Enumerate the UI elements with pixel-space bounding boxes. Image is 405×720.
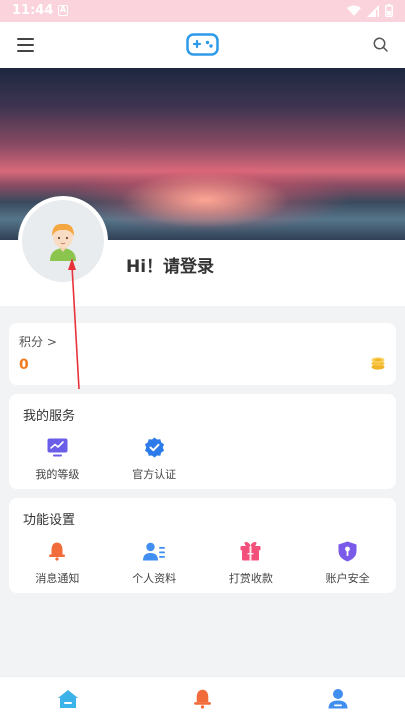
profile-card-icon	[143, 542, 166, 560]
service-label: 我的等级	[35, 468, 80, 481]
services-title: 我的服务	[23, 409, 76, 424]
setting-tip-collection[interactable]: 打赏收款	[203, 540, 300, 586]
setting-personal-profile[interactable]: 个人资料	[106, 540, 203, 586]
bell-icon	[49, 542, 66, 561]
bell-icon	[194, 689, 211, 709]
wifi-icon	[347, 5, 361, 16]
battery-icon	[385, 4, 393, 17]
service-my-level[interactable]: 我的等级	[9, 436, 106, 482]
setting-label: 账户安全	[325, 572, 370, 585]
setting-account-security[interactable]: 账户安全	[299, 540, 396, 586]
setting-label: 消息通知	[35, 572, 80, 585]
my-services-card: 我的服务 我的等级 官方认证	[9, 394, 396, 489]
setting-label: 个人资料	[132, 572, 177, 585]
avatar[interactable]	[18, 196, 108, 286]
status-time: 11:44	[12, 3, 54, 18]
service-label: 官方认证	[132, 468, 177, 481]
bottom-navigation	[0, 676, 405, 720]
coins-icon	[371, 357, 385, 370]
status-bar: 11:44 A	[0, 0, 405, 22]
gamepad-logo-icon	[186, 33, 219, 56]
status-icons	[347, 4, 393, 17]
default-avatar-icon	[50, 223, 76, 261]
top-app-bar	[0, 22, 405, 68]
shield-icon	[338, 541, 357, 561]
login-prompt[interactable]: Hi！请登录	[126, 252, 214, 277]
notification-a-icon: A	[58, 5, 68, 16]
signal-icon	[367, 4, 379, 17]
points-card[interactable]: 积分 > 0	[9, 323, 396, 385]
nav-notifications[interactable]	[135, 677, 270, 720]
gift-icon	[240, 542, 261, 561]
nav-home[interactable]	[0, 677, 135, 720]
nav-me[interactable]	[270, 677, 405, 720]
user-icon	[328, 689, 347, 709]
verified-badge-icon	[144, 437, 164, 457]
search-icon[interactable]	[373, 37, 388, 52]
home-icon	[57, 689, 78, 708]
menu-icon[interactable]	[17, 38, 34, 52]
service-official-verification[interactable]: 官方认证	[106, 436, 203, 482]
setting-message-notifications[interactable]: 消息通知	[9, 540, 106, 586]
points-value: 0	[19, 357, 29, 373]
function-settings-card: 功能设置 消息通知 个人资料 打赏收款 账户安全	[9, 498, 396, 593]
settings-title: 功能设置	[23, 513, 76, 528]
points-label: 积分 >	[19, 335, 57, 349]
level-chart-icon	[47, 438, 68, 456]
setting-label: 打赏收款	[228, 572, 273, 585]
